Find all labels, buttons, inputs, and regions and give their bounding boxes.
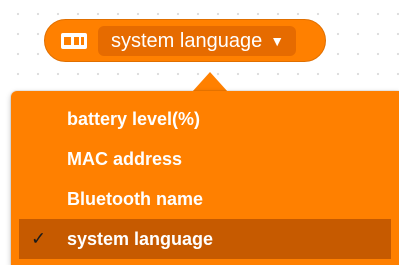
menu-item-battery-level[interactable]: battery level(%) [11,99,399,139]
menu-item-label: battery level(%) [67,108,201,129]
menu-item-label: system language [67,228,214,249]
menu-item-mac-address[interactable]: MAC address [11,139,399,179]
dropdown-pointer [192,72,228,92]
menu-item-system-language[interactable]: ✓ system language [19,219,391,259]
device-info-icon [60,32,88,50]
menu-item-label: Bluetooth name [67,188,204,209]
checkmark-icon: ✓ [31,228,47,249]
dropdown-field[interactable]: system language ▼ [98,26,297,56]
caret-down-icon: ▼ [270,33,285,49]
reporter-block[interactable]: system language ▼ [44,19,326,62]
menu-item-label: MAC address [67,148,183,169]
dropdown-value: system language [111,29,263,52]
menu-item-bluetooth-name[interactable]: Bluetooth name [11,179,399,219]
dropdown-menu: battery level(%) MAC address Bluetooth n… [11,91,399,265]
